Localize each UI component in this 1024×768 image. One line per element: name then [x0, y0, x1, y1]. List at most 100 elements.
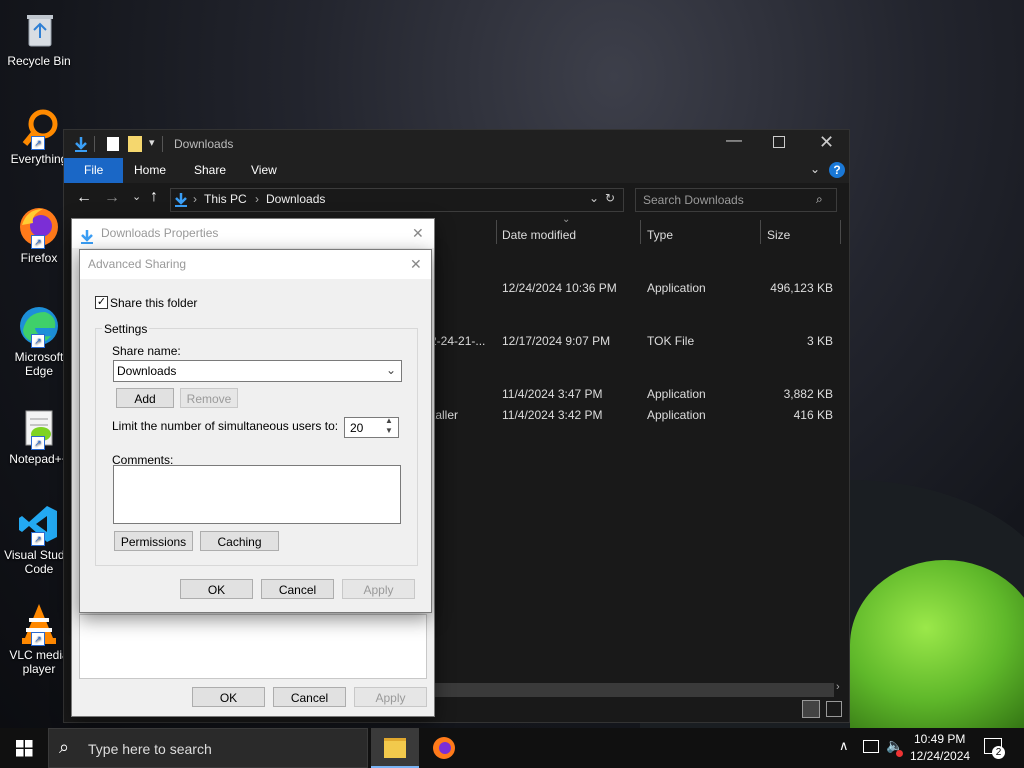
firefox-icon	[433, 737, 455, 759]
desktop-icon-label: Microsoft Edge	[14, 350, 64, 378]
row-type[interactable]: TOK File	[647, 334, 694, 348]
cancel-button[interactable]: Cancel	[261, 579, 334, 599]
row-type[interactable]: Application	[647, 387, 706, 401]
breadcrumb-downloads[interactable]: Downloads	[266, 192, 325, 206]
column-separator[interactable]	[640, 220, 641, 244]
recycle-bin-icon	[17, 8, 61, 52]
everything-icon: ↗	[17, 106, 61, 150]
explorer-titlebar[interactable]: ▾ Downloads — ✕	[64, 130, 849, 158]
window-title: Downloads	[174, 137, 234, 151]
firefox-icon: ↗	[17, 205, 61, 249]
taskbar-search[interactable]: ⌕ Type here to search	[48, 728, 368, 768]
clock-time[interactable]: 10:49 PM	[914, 732, 965, 746]
row-size[interactable]: 416 KB	[794, 408, 833, 422]
help-icon[interactable]: ?	[829, 162, 845, 178]
row-date[interactable]: 12/17/2024 9:07 PM	[502, 334, 610, 348]
forward-arrow-icon[interactable]: →	[104, 189, 120, 207]
edge-icon: ↗	[17, 304, 61, 348]
user-limit-stepper[interactable]: 20 ▲ ▼	[344, 416, 399, 438]
row-size[interactable]: 3,882 KB	[784, 387, 833, 401]
close-icon[interactable]: ✕	[412, 219, 424, 248]
vlc-icon: ↗	[17, 602, 61, 646]
recent-locations-icon[interactable]: ⌄	[132, 190, 141, 203]
share-folder-label: Share this folder	[110, 296, 198, 310]
qat-dropdown-icon[interactable]: ▾	[149, 136, 155, 149]
share-name-label: Share name:	[112, 344, 181, 358]
row-size[interactable]: 496,123 KB	[770, 281, 833, 295]
ok-button[interactable]: OK	[192, 687, 265, 707]
ok-button[interactable]: OK	[180, 579, 253, 599]
search-icon[interactable]: ⌕	[816, 192, 823, 207]
horizontal-scrollbar[interactable]	[434, 683, 834, 697]
share-folder-checkbox[interactable]: ✓	[95, 296, 108, 309]
cancel-button[interactable]: Cancel	[273, 687, 346, 707]
row-name[interactable]: 2-24-21-...	[430, 334, 485, 348]
column-type[interactable]: Type	[647, 223, 673, 247]
minimize-icon[interactable]: —	[726, 132, 742, 150]
ribbon-expand-icon[interactable]: ⌄	[810, 162, 820, 176]
search-input[interactable]: Search Downloads	[643, 193, 744, 207]
tab-view[interactable]: View	[237, 158, 291, 183]
breadcrumb-this-pc[interactable]: This PC	[204, 192, 247, 206]
column-date-modified[interactable]: Date modified	[502, 223, 576, 247]
apply-button[interactable]: Apply	[354, 687, 427, 707]
dialog-title: Downloads Properties	[101, 226, 219, 240]
chevron-right-icon: ›	[255, 192, 259, 206]
tab-file[interactable]: File	[64, 158, 124, 183]
apply-button[interactable]: Apply	[342, 579, 415, 599]
taskbar-firefox[interactable]	[420, 728, 468, 768]
clock-date[interactable]: 12/24/2024	[910, 749, 970, 763]
row-date[interactable]: 12/24/2024 10:36 PM	[502, 281, 617, 295]
share-name-value: Downloads	[117, 364, 177, 378]
navigation-bar: ← → ⌄ ↑ › This PC › Downloads ⌄ ↻ Search…	[64, 183, 849, 217]
row-name[interactable]: taller	[432, 408, 458, 422]
taskbar-search-input[interactable]: Type here to search	[88, 741, 212, 757]
notification-count-badge: 2	[992, 746, 1005, 759]
row-type[interactable]: Application	[647, 281, 706, 295]
qat-separator	[94, 136, 95, 152]
close-icon[interactable]: ✕	[819, 132, 834, 153]
tray-overflow-icon[interactable]: ∧	[839, 738, 849, 754]
up-arrow-icon[interactable]: ↑	[150, 188, 158, 206]
permissions-button[interactable]: Permissions	[114, 531, 193, 551]
remove-button[interactable]: Remove	[180, 388, 238, 408]
share-name-select[interactable]: Downloads ⌄	[113, 360, 402, 382]
network-icon[interactable]	[863, 740, 879, 753]
address-bar[interactable]: › This PC › Downloads ⌄ ↻	[170, 188, 624, 212]
new-folder-icon[interactable]	[128, 136, 142, 152]
desktop-icon-recycle-bin[interactable]: Recycle Bin	[0, 8, 78, 68]
sharing-titlebar[interactable]: Advanced Sharing ✕	[80, 250, 431, 279]
comments-textarea[interactable]	[113, 465, 401, 524]
add-button[interactable]: Add	[116, 388, 174, 408]
row-type[interactable]: Application	[647, 408, 706, 422]
back-arrow-icon[interactable]: ←	[76, 189, 92, 207]
tab-share[interactable]: Share	[180, 158, 240, 183]
scroll-right-icon[interactable]: ›	[836, 681, 840, 693]
properties-icon[interactable]	[107, 137, 119, 151]
spin-down-icon[interactable]: ▼	[385, 426, 393, 435]
settings-label: Settings	[102, 322, 150, 336]
column-separator[interactable]	[496, 220, 497, 244]
address-dropdown-icon[interactable]: ⌄	[589, 191, 599, 205]
column-size[interactable]: Size	[767, 223, 790, 247]
close-icon[interactable]: ✕	[410, 250, 422, 279]
taskbar-file-explorer[interactable]	[371, 728, 419, 768]
qat-separator	[162, 136, 163, 152]
column-separator[interactable]	[840, 220, 841, 244]
row-date[interactable]: 11/4/2024 3:42 PM	[502, 408, 603, 422]
details-view-icon[interactable]	[802, 700, 820, 718]
row-date[interactable]: 11/4/2024 3:47 PM	[502, 387, 603, 401]
caching-button[interactable]: Caching	[200, 531, 279, 551]
maximize-icon[interactable]	[773, 136, 785, 148]
spin-up-icon[interactable]: ▲	[385, 416, 393, 425]
properties-titlebar[interactable]: Downloads Properties ✕	[72, 219, 434, 248]
large-icons-view-icon[interactable]	[826, 701, 842, 717]
refresh-icon[interactable]: ↻	[605, 191, 615, 205]
shortcut-arrow-icon: ↗	[31, 532, 45, 546]
windows-start-icon[interactable]	[16, 740, 33, 760]
advanced-sharing-dialog: Advanced Sharing ✕ ✓ Share this folder S…	[79, 249, 432, 613]
tab-home[interactable]: Home	[120, 158, 180, 183]
row-size[interactable]: 3 KB	[807, 334, 833, 348]
column-separator[interactable]	[760, 220, 761, 244]
search-box[interactable]: Search Downloads ⌕	[635, 188, 837, 212]
